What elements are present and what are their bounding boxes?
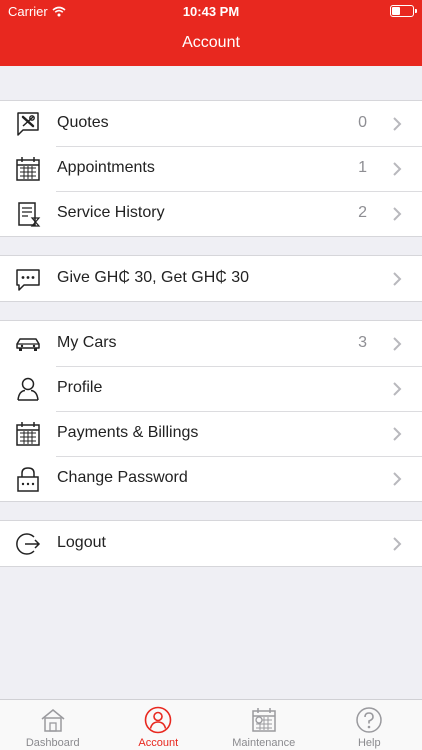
group-logout: Logout [0, 520, 422, 567]
row-payments[interactable]: Payments & Billings [0, 411, 422, 456]
row-label: Profile [57, 379, 103, 396]
chevron-right-icon [393, 472, 402, 486]
tab-dashboard[interactable]: Dashboard [0, 700, 106, 750]
house-icon [41, 709, 65, 732]
calendar-icon [16, 157, 40, 181]
tab-help[interactable]: Help [317, 700, 422, 750]
tab-label: Maintenance [232, 737, 296, 749]
chevron-right-icon [393, 117, 402, 131]
tab-label: Dashboard [25, 737, 80, 749]
group-referral: Give GH₵ 30, Get GH₵ 30 [0, 255, 422, 302]
account-icon [144, 706, 172, 734]
status-time: 10:43 PM [182, 4, 240, 19]
tab-maintenance[interactable]: Maintenance [211, 700, 317, 750]
row-label: Change Password [57, 469, 188, 486]
row-logout[interactable]: Logout [0, 521, 422, 566]
header: Carrier 10:43 PM Account [0, 0, 422, 66]
car-icon [16, 338, 40, 351]
row-my-cars[interactable]: My Cars 3 [0, 321, 422, 366]
row-count: 1 [358, 159, 367, 176]
tab-label: Account [138, 737, 179, 749]
row-label: Give GH₵ 30, Get GH₵ 30 [57, 269, 250, 286]
chevron-right-icon [393, 427, 402, 441]
calendar-icon [16, 422, 40, 446]
chat-bubble-icon [16, 269, 40, 291]
row-profile[interactable]: Profile [0, 366, 422, 411]
status-bar: Carrier 10:43 PM [0, 0, 422, 22]
row-label: Logout [57, 534, 106, 551]
chevron-right-icon [393, 337, 402, 351]
quote-tools-icon [17, 112, 39, 136]
row-label: Payments & Billings [57, 424, 199, 441]
row-label: Quotes [57, 114, 109, 131]
tab-label: Help [357, 737, 381, 749]
maintenance-calendar-icon [252, 708, 276, 732]
help-icon [356, 707, 382, 733]
chevron-right-icon [393, 537, 402, 551]
row-label: Service History [57, 204, 165, 221]
row-count: 2 [358, 204, 367, 221]
row-label: Appointments [57, 159, 155, 176]
tab-bar: Dashboard Account Maintenance Help [0, 699, 422, 750]
chevron-right-icon [393, 272, 402, 286]
lock-icon [17, 467, 39, 492]
row-appointments[interactable]: Appointments 1 [0, 146, 422, 191]
battery-icon [390, 5, 417, 17]
row-label: My Cars [57, 334, 117, 351]
row-quotes[interactable]: Quotes 0 [0, 101, 422, 146]
row-count: 0 [358, 114, 367, 131]
person-icon [17, 377, 39, 401]
chevron-right-icon [393, 382, 402, 396]
chevron-right-icon [393, 207, 402, 221]
group-activity: Quotes 0 Appointments 1 Service History … [0, 100, 422, 237]
row-service-history[interactable]: Service History 2 [0, 191, 422, 236]
tab-account[interactable]: Account [106, 700, 212, 750]
document-history-icon [18, 202, 41, 227]
group-account: My Cars 3 Profile Payments & Billings Ch… [0, 320, 422, 502]
page-title: Account [182, 34, 240, 51]
logout-icon [16, 533, 41, 555]
row-count: 3 [358, 334, 367, 351]
chevron-right-icon [393, 162, 402, 176]
row-change-password[interactable]: Change Password [0, 456, 422, 501]
row-referral[interactable]: Give GH₵ 30, Get GH₵ 30 [0, 256, 422, 301]
